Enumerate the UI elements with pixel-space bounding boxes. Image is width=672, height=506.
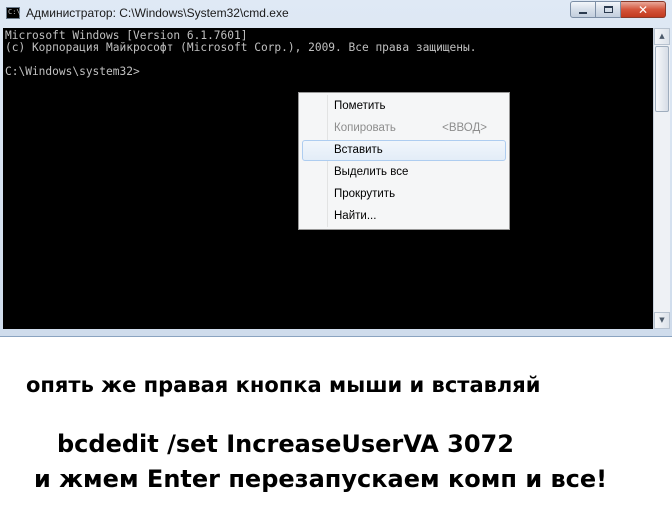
menu-item-label: Выделить все [334,166,409,178]
menu-item-find[interactable]: Найти... [302,206,506,227]
menu-item-paste[interactable]: Вставить [302,140,506,161]
instruction-caption-line-1: опять же правая кнопка мыши и вставляй [26,373,541,397]
menu-item-label: Вставить [334,144,383,156]
close-button[interactable]: ✕ [621,1,666,18]
scroll-down-arrow-icon[interactable]: ▼ [654,312,670,329]
menu-item-label: Прокрутить [334,188,396,200]
instruction-caption-command: bcdedit /set IncreaseUserVA 3072 [57,430,514,458]
menu-item-shortcut: <ВВОД> [442,122,487,134]
maximize-icon [603,6,613,13]
instruction-caption-line-3: и жмем Enter перезапускаем комп и все! [34,465,608,493]
scrollbar-thumb[interactable] [655,46,669,112]
menu-item-select-all[interactable]: Выделить все [302,162,506,183]
console-output: Microsoft Windows [Version 6.1.7601] (c)… [5,30,476,78]
window-title: Администратор: C:\Windows\System32\cmd.e… [26,6,289,20]
window-controls: ✕ [570,1,666,19]
menu-item-label: Копировать [334,122,396,134]
title-bar[interactable]: C:\ Администратор: C:\Windows\System32\c… [0,0,672,26]
cmd-icon-text: C:\ [8,8,21,16]
console-prompt: C:\Windows\system32> [5,65,140,78]
menu-item-label: Найти... [334,210,377,222]
menu-item-label: Пометить [334,100,386,112]
menu-item-mark[interactable]: Пометить [302,96,506,117]
maximize-button[interactable] [596,1,621,18]
menu-item-scroll[interactable]: Прокрутить [302,184,506,205]
scroll-up-arrow-icon[interactable]: ▲ [654,28,670,45]
context-menu: Пометить Копировать <ВВОД> Вставить Выде… [298,92,510,230]
menu-item-copy[interactable]: Копировать <ВВОД> [302,118,506,139]
cmd-window-icon[interactable]: C:\ [6,7,21,19]
vertical-scrollbar[interactable]: ▲ ▼ [653,28,670,329]
minimize-button[interactable] [570,1,596,18]
minimize-icon [579,11,587,14]
close-icon: ✕ [637,2,649,17]
console-line: (c) Корпорация Майкрософт (Microsoft Cor… [5,41,477,54]
